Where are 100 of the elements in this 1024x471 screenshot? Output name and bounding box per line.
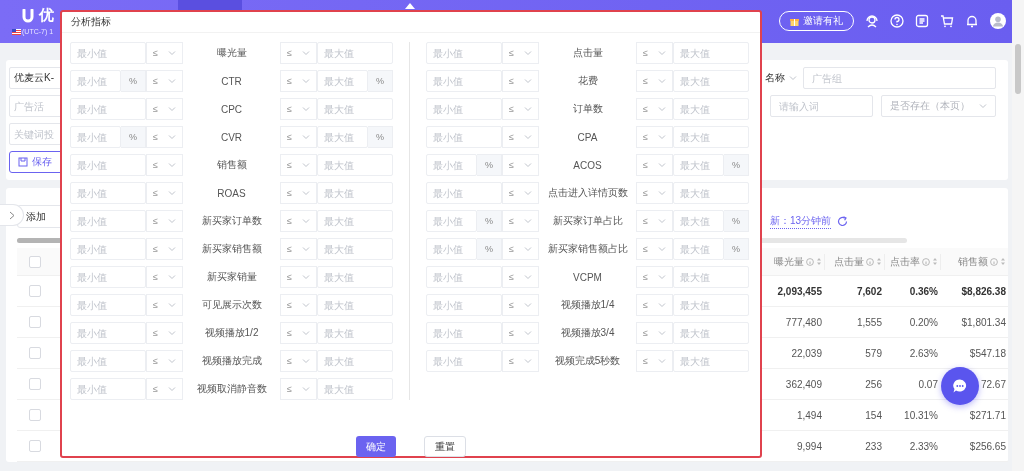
operator-select[interactable]: ≤ bbox=[280, 294, 317, 316]
table-cell: 22,039 bbox=[791, 347, 822, 359]
metric-label: 新买家销售额占比 bbox=[546, 242, 629, 256]
operator-select[interactable]: ≤ bbox=[636, 322, 673, 344]
operator-select[interactable]: ≤ bbox=[636, 98, 673, 120]
operator-select[interactable]: ≤ bbox=[636, 70, 673, 92]
operator-select[interactable]: ≤ bbox=[146, 378, 183, 400]
gift-icon bbox=[790, 16, 799, 26]
operator-select[interactable]: ≤ bbox=[280, 266, 317, 288]
table-cell: 233 bbox=[865, 440, 882, 452]
chevron-icon bbox=[658, 106, 666, 112]
operator-select[interactable]: ≤ bbox=[502, 182, 539, 204]
confirm-button[interactable]: 确定 bbox=[356, 436, 396, 457]
chevron-icon bbox=[168, 302, 176, 308]
column-header[interactable]: 点击率 bbox=[890, 254, 920, 269]
exists-select[interactable]: 是否存在（本页） bbox=[881, 95, 996, 117]
operator-select[interactable]: ≤ bbox=[502, 126, 539, 148]
checkbox[interactable] bbox=[29, 316, 41, 328]
operator-select[interactable]: ≤ bbox=[146, 350, 183, 372]
operator-select[interactable]: ≤ bbox=[502, 266, 539, 288]
column-header[interactable]: 点击量 bbox=[834, 254, 864, 269]
chevron-icon bbox=[302, 274, 310, 280]
logo-text: 优 bbox=[39, 6, 54, 25]
operator-select[interactable]: ≤ bbox=[146, 266, 183, 288]
operator-select[interactable]: ≤ bbox=[280, 154, 317, 176]
operator-select[interactable]: ≤ bbox=[280, 98, 317, 120]
chevron-icon bbox=[168, 162, 176, 168]
chevron-icon bbox=[524, 50, 532, 56]
operator-select[interactable]: ≤ bbox=[280, 126, 317, 148]
operator-select[interactable]: ≤ bbox=[636, 154, 673, 176]
table-cell: 7,602 bbox=[856, 285, 882, 297]
unit-addon: % bbox=[724, 210, 749, 232]
operator-select[interactable]: ≤ bbox=[146, 126, 183, 148]
metric-label: ACOS bbox=[572, 159, 603, 171]
checkbox[interactable] bbox=[29, 347, 41, 359]
operator-select[interactable]: ≤ bbox=[502, 294, 539, 316]
chevron-icon bbox=[168, 218, 176, 224]
checkbox[interactable] bbox=[29, 409, 41, 421]
operator-select[interactable]: ≤ bbox=[636, 350, 673, 372]
chevron-icon bbox=[302, 358, 310, 364]
operator-select[interactable]: ≤ bbox=[146, 42, 183, 64]
operator-select[interactable]: ≤ bbox=[280, 378, 317, 400]
operator-select[interactable]: ≤ bbox=[146, 182, 183, 204]
operator-select[interactable]: ≤ bbox=[636, 182, 673, 204]
chevron-icon bbox=[524, 162, 532, 168]
operator-select[interactable]: ≤ bbox=[502, 350, 539, 372]
operator-select[interactable]: ≤ bbox=[280, 182, 317, 204]
cart-icon bbox=[940, 14, 954, 28]
operator-select[interactable]: ≤ bbox=[502, 42, 539, 64]
metric-label: 销售额 bbox=[215, 158, 248, 172]
operator-select[interactable]: ≤ bbox=[636, 42, 673, 64]
operator-select[interactable]: ≤ bbox=[502, 70, 539, 92]
reset-button[interactable]: 重置 bbox=[424, 436, 466, 457]
operator-select[interactable]: ≤ bbox=[146, 210, 183, 232]
checkbox[interactable] bbox=[29, 378, 41, 390]
operator-select[interactable]: ≤ bbox=[636, 294, 673, 316]
operator-select[interactable]: ≤ bbox=[502, 210, 539, 232]
checkbox[interactable] bbox=[29, 285, 41, 297]
metric-label: 新买家销售额 bbox=[200, 242, 263, 256]
column-header[interactable]: 曝光量 bbox=[774, 254, 804, 269]
chevron-icon bbox=[168, 330, 176, 336]
operator-select[interactable]: ≤ bbox=[146, 238, 183, 260]
operator-select[interactable]: ≤ bbox=[502, 98, 539, 120]
operator-select[interactable]: ≤ bbox=[636, 126, 673, 148]
operator-select[interactable]: ≤ bbox=[146, 294, 183, 316]
chevron-icon bbox=[658, 50, 666, 56]
operator-select[interactable]: ≤ bbox=[146, 70, 183, 92]
chevron-icon bbox=[524, 246, 532, 252]
operator-select[interactable]: ≤ bbox=[280, 210, 317, 232]
operator-select[interactable]: ≤ bbox=[280, 42, 317, 64]
operator-select[interactable]: ≤ bbox=[146, 322, 183, 344]
column-header[interactable]: 销售额 bbox=[958, 254, 988, 269]
operator-select[interactable]: ≤ bbox=[146, 154, 183, 176]
operator-select[interactable]: ≤ bbox=[636, 266, 673, 288]
metric-label: CPC bbox=[219, 103, 244, 115]
chevron-icon bbox=[524, 78, 532, 84]
operator-select[interactable]: ≤ bbox=[636, 238, 673, 260]
info-icon bbox=[806, 257, 814, 266]
metric-label: 花费 bbox=[576, 74, 599, 88]
operator-select[interactable]: ≤ bbox=[502, 154, 539, 176]
sort-icon bbox=[1000, 257, 1006, 266]
operator-select[interactable]: ≤ bbox=[280, 322, 317, 344]
chevron-icon bbox=[658, 190, 666, 196]
vertical-scrollbar[interactable] bbox=[1012, 0, 1024, 471]
unit-addon: % bbox=[121, 70, 146, 92]
expand-button[interactable] bbox=[0, 204, 24, 226]
operator-select[interactable]: ≤ bbox=[280, 238, 317, 260]
checkbox[interactable] bbox=[29, 440, 41, 452]
operator-select[interactable]: ≤ bbox=[280, 350, 317, 372]
operator-select[interactable]: ≤ bbox=[280, 70, 317, 92]
unit-addon: % bbox=[724, 154, 749, 176]
unit-addon: % bbox=[121, 126, 146, 148]
operator-select[interactable]: ≤ bbox=[146, 98, 183, 120]
checkbox[interactable] bbox=[29, 255, 41, 268]
operator-select[interactable]: ≤ bbox=[502, 238, 539, 260]
metric-label: CVR bbox=[219, 131, 244, 143]
operator-select[interactable]: ≤ bbox=[636, 210, 673, 232]
operator-select[interactable]: ≤ bbox=[502, 322, 539, 344]
metric-label: 点击进入详情页数 bbox=[546, 186, 629, 200]
unit-addon: % bbox=[477, 210, 502, 232]
